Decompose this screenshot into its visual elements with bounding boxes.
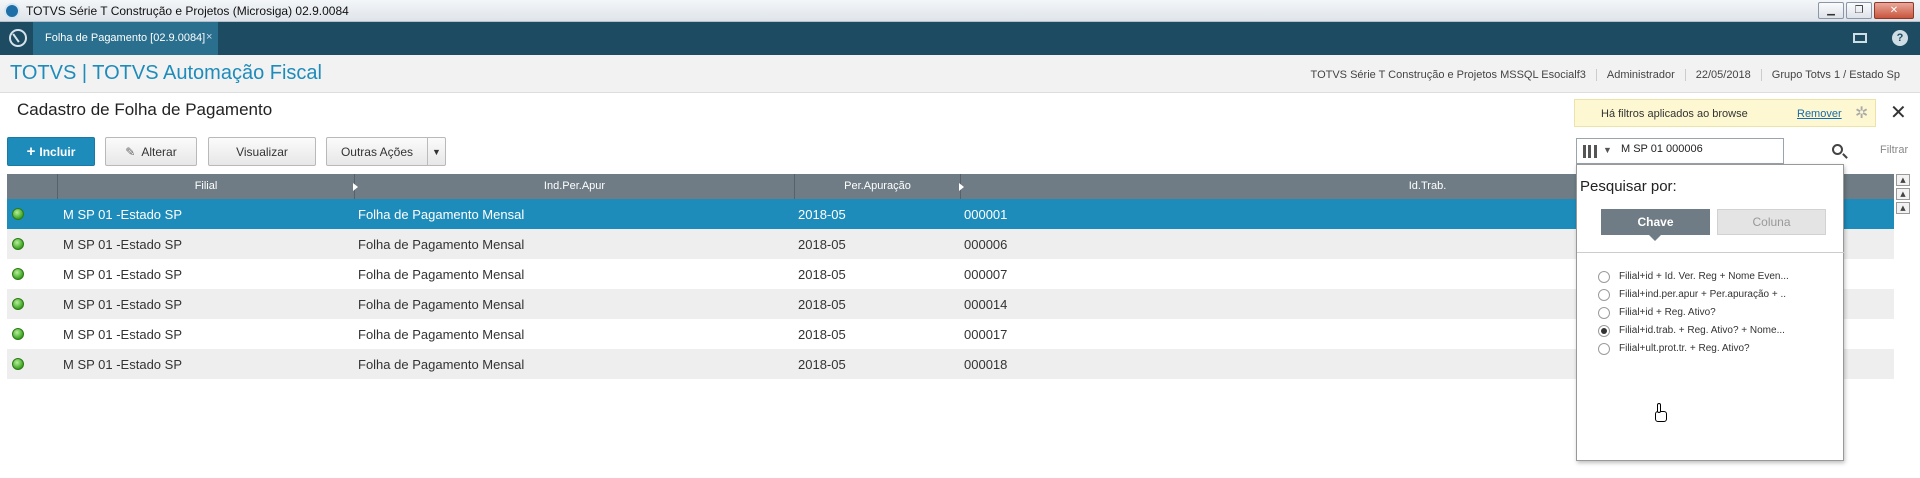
remove-filter-link[interactable]: Remover	[1797, 108, 1842, 120]
cell-id-trab: 000017	[964, 327, 1008, 342]
close-icon[interactable]: ✕	[1890, 100, 1907, 124]
search-input[interactable]	[1621, 143, 1751, 155]
cell-id-trab: 000007	[964, 267, 1008, 282]
search-popup: Pesquisar por: Chave Coluna Filial+id + …	[1576, 164, 1845, 461]
pencil-icon: ✎	[125, 144, 136, 159]
scroll-down-button[interactable]: ▲	[1896, 202, 1910, 214]
chevron-down-icon[interactable]: ▼	[427, 138, 445, 165]
cell-filial: M SP 01 -Estado SP	[63, 297, 182, 312]
filtrar-button[interactable]: Filtrar	[1880, 144, 1908, 156]
status-green-icon	[12, 358, 24, 370]
header-per-apuracao[interactable]: Per.Apuração	[795, 174, 961, 199]
header-status	[7, 174, 58, 199]
column-resize-icon[interactable]	[959, 183, 964, 191]
cell-per-apuracao: 2018-05	[798, 357, 846, 372]
mail-icon[interactable]	[1853, 33, 1867, 43]
cell-filial: M SP 01 -Estado SP	[63, 327, 182, 342]
search-option-label: Filial+ind.per.apur + Per.apuração + ..	[1619, 289, 1787, 300]
tab-chave[interactable]: Chave	[1601, 209, 1710, 241]
radio-button[interactable]	[1598, 325, 1610, 337]
cell-per-apuracao: 2018-05	[798, 237, 846, 252]
app-icon	[4, 3, 20, 19]
filter-banner: Há filtros aplicados ao browse Remover	[1574, 99, 1876, 127]
minimize-button[interactable]: ▁	[1818, 2, 1844, 19]
cell-ind-per-apur: Folha de Pagamento Mensal	[358, 357, 525, 372]
app-header: TOTVS | TOTVS Automação Fiscal TOTVS Sér…	[0, 55, 1920, 93]
scroll-top-button[interactable]: ▲	[1896, 174, 1910, 186]
status-green-icon	[12, 328, 24, 340]
cell-ind-per-apur: Folha de Pagamento Mensal	[358, 237, 525, 252]
outras-acoes-button[interactable]: Outras Ações ▼	[326, 137, 446, 166]
environment-label: TOTVS Série T Construção e Projetos MSSQ…	[1310, 69, 1586, 81]
cell-per-apuracao: 2018-05	[798, 207, 846, 222]
cell-filial: M SP 01 -Estado SP	[63, 267, 182, 282]
search-option-label: Filial+id.trab. + Reg. Ativo? + Nome...	[1619, 325, 1785, 336]
cell-id-trab: 000006	[964, 237, 1008, 252]
tab-coluna[interactable]: Coluna	[1717, 209, 1826, 235]
status-green-icon	[12, 208, 24, 220]
cell-per-apuracao: 2018-05	[798, 297, 846, 312]
gear-icon[interactable]: ✲	[1855, 103, 1868, 122]
date-label: 22/05/2018	[1684, 69, 1761, 81]
window-close-button[interactable]: ✕	[1874, 2, 1914, 19]
status-green-icon	[12, 268, 24, 280]
radio-button[interactable]	[1598, 271, 1610, 283]
maximize-button[interactable]: ❐	[1846, 2, 1872, 19]
cell-ind-per-apur: Folha de Pagamento Mensal	[358, 267, 525, 282]
search-options-list: Filial+id + Id. Ver. Reg + Nome Even... F…	[1577, 252, 1845, 460]
vertical-scrollbar[interactable]: ▲ ▲ ▲	[1896, 174, 1912, 214]
search-option-label: Filial+id + Id. Ver. Reg + Nome Even...	[1619, 271, 1789, 282]
search-option-label: Filial+ult.prot.tr. + Reg. Ativo?	[1619, 343, 1750, 354]
page-title: Cadastro de Folha de Pagamento	[17, 100, 273, 119]
window-controls: ▁ ❐ ✕	[1818, 2, 1914, 19]
incluir-button[interactable]: + Incluir	[7, 137, 95, 166]
column-resize-icon[interactable]	[353, 183, 358, 191]
tab-bar: Folha de Pagamento [02.9.0084]	[0, 22, 1920, 55]
cell-id-trab: 000001	[964, 207, 1008, 222]
radio-button[interactable]	[1598, 343, 1610, 355]
columns-icon[interactable]	[1583, 145, 1597, 158]
window-title: TOTVS Série T Construção e Projetos (Mic…	[26, 4, 349, 18]
cell-filial: M SP 01 -Estado SP	[63, 357, 182, 372]
incluir-label: Incluir	[39, 144, 76, 159]
company-label: Grupo Totvs 1 / Estado Sp	[1760, 69, 1910, 81]
tab-close-icon[interactable]: ×	[206, 31, 212, 43]
cell-ind-per-apur: Folha de Pagamento Mensal	[358, 207, 525, 222]
plus-icon: +	[26, 143, 36, 160]
filter-banner-text: Há filtros aplicados ao browse	[1601, 108, 1748, 120]
tab-folha-de-pagamento[interactable]: Folha de Pagamento [02.9.0084]	[33, 22, 218, 55]
visualizar-label: Visualizar	[236, 144, 288, 159]
help-icon[interactable]: ?	[1892, 30, 1908, 46]
status-green-icon	[12, 238, 24, 250]
cell-per-apuracao: 2018-05	[798, 267, 846, 282]
window-titlebar: TOTVS Série T Construção e Projetos (Mic…	[0, 0, 1920, 22]
cell-filial: M SP 01 -Estado SP	[63, 207, 182, 222]
cell-ind-per-apur: Folha de Pagamento Mensal	[358, 297, 525, 312]
header-filial[interactable]: Filial	[58, 174, 355, 199]
header-ind-per-apur[interactable]: Ind.Per.Apur	[355, 174, 795, 199]
search-icon[interactable]	[1832, 144, 1843, 155]
radio-button[interactable]	[1598, 307, 1610, 319]
alterar-button[interactable]: ✎ Alterar	[105, 137, 197, 166]
cell-id-trab: 000014	[964, 297, 1008, 312]
status-green-icon	[12, 298, 24, 310]
visualizar-button[interactable]: Visualizar	[208, 137, 316, 166]
cell-id-trab: 000018	[964, 357, 1008, 372]
cell-filial: M SP 01 -Estado SP	[63, 237, 182, 252]
alterar-label: Alterar	[141, 144, 177, 159]
search-option-label: Filial+id + Reg. Ativo?	[1619, 307, 1716, 318]
user-label: Administrador	[1595, 69, 1685, 81]
columns-caret-icon[interactable]: ▼	[1603, 145, 1612, 155]
cell-per-apuracao: 2018-05	[798, 327, 846, 342]
header-info: TOTVS Série T Construção e Projetos MSSQ…	[1301, 69, 1910, 81]
home-icon[interactable]	[9, 29, 27, 47]
radio-button[interactable]	[1598, 289, 1610, 301]
search-box: ▼	[1576, 138, 1784, 164]
pointer-hand-icon	[1654, 403, 1668, 423]
popup-title: Pesquisar por:	[1580, 178, 1677, 195]
scroll-up-button[interactable]: ▲	[1896, 188, 1910, 200]
brand-title: TOTVS | TOTVS Automação Fiscal	[10, 62, 322, 84]
outras-acoes-label: Outras Ações	[340, 144, 414, 159]
cell-ind-per-apur: Folha de Pagamento Mensal	[358, 327, 525, 342]
